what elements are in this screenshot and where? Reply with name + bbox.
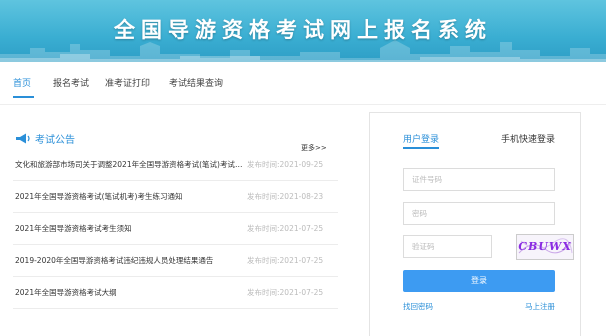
notice-item-title[interactable]: 2021年全国导游资格考试考生须知 — [15, 223, 132, 234]
password-input[interactable] — [403, 202, 555, 225]
list-item[interactable]: 2021年全国导游资格考试(笔试机考)考生练习通知 发布时间:2021-08-2… — [13, 181, 338, 213]
main-nav: 首页 报名考试 准考证打印 考试结果查询 — [0, 62, 606, 104]
captcha-image[interactable]: CBUWX — [516, 234, 574, 260]
megaphone-icon — [15, 133, 31, 147]
list-item[interactable]: 文化和旅游部市场司关于调整2021年全国导游资格考试(笔试)考试时间的公告 发布… — [13, 149, 338, 181]
notice-item-date: 发布时间:2021-09-25 — [247, 160, 324, 169]
notice-item-title[interactable]: 2021年全国导游资格考试大纲 — [15, 287, 117, 298]
list-item[interactable]: 2019-2020年全国导游资格考试违纪违规人员处理结果通告 发布时间:2021… — [13, 245, 338, 277]
notice-section-title: 考试公告 — [15, 131, 75, 147]
nav-admission-ticket-print[interactable]: 准考证打印 — [105, 76, 150, 89]
notice-list: 文化和旅游部市场司关于调整2021年全国导游资格考试(笔试)考试时间的公告 发布… — [13, 149, 338, 309]
nav-home[interactable]: 首页 — [13, 76, 31, 89]
notice-title-text: 考试公告 — [35, 135, 75, 146]
tab-phone-login[interactable]: 手机快速登录 — [501, 132, 555, 145]
notice-item-date: 发布时间:2021-08-23 — [247, 192, 324, 201]
id-number-input[interactable] — [403, 168, 555, 191]
captcha-text: CBUWX — [517, 240, 573, 253]
nav-divider — [0, 104, 606, 105]
notice-item-date: 发布时间:2021-07-25 — [247, 288, 324, 297]
page-title: 全国导游资格考试网上报名系统 — [114, 18, 492, 42]
forgot-password-link[interactable]: 找回密码 — [403, 301, 433, 312]
tab-active-indicator — [403, 147, 439, 149]
captcha-input[interactable] — [403, 235, 492, 258]
login-button[interactable]: 登录 — [403, 270, 555, 292]
tab-user-login[interactable]: 用户登录 — [403, 132, 439, 145]
list-item[interactable]: 2021年全国导游资格考试大纲 发布时间:2021-07-25 — [13, 277, 338, 309]
header-banner: 全国导游资格考试网上报名系统 — [0, 0, 606, 62]
notice-item-title[interactable]: 文化和旅游部市场司关于调整2021年全国导游资格考试(笔试)考试时间的公告 — [15, 159, 245, 170]
notice-item-date: 发布时间:2021-07-25 — [247, 224, 324, 233]
notice-item-title[interactable]: 2019-2020年全国导游资格考试违纪违规人员处理结果通告 — [15, 255, 213, 266]
register-link[interactable]: 马上注册 — [525, 301, 555, 312]
notice-item-title[interactable]: 2021年全国导游资格考试(笔试机考)考生练习通知 — [15, 191, 182, 202]
nav-active-indicator — [13, 96, 34, 98]
login-panel: 用户登录 手机快速登录 CBUWX 登录 找回密码 马上注册 — [369, 112, 581, 336]
nav-result-query[interactable]: 考试结果查询 — [169, 76, 223, 89]
notice-item-date: 发布时间:2021-07-25 — [247, 256, 324, 265]
nav-register-exam[interactable]: 报名考试 — [53, 76, 89, 89]
list-item[interactable]: 2021年全国导游资格考试考生须知 发布时间:2021-07-25 — [13, 213, 338, 245]
